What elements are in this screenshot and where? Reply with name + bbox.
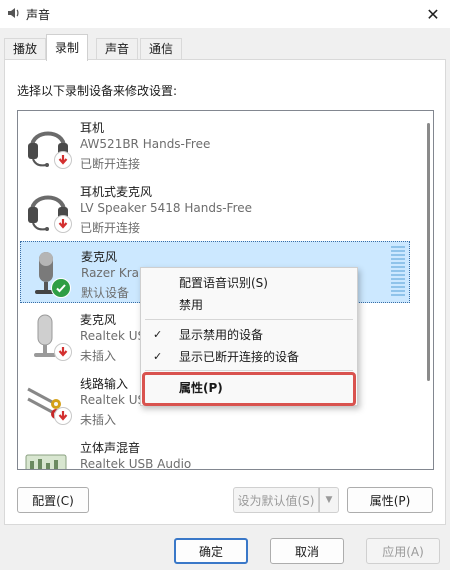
device-item[interactable]: 耳机 AW521BR Hands-Free 已断开连接 bbox=[20, 113, 410, 175]
menu-item-configure-speech[interactable]: 配置语音识别(S) bbox=[143, 272, 355, 294]
title-bar: 声音 ✕ bbox=[0, 0, 450, 28]
menu-item-show-disabled[interactable]: ✓ 显示禁用的设备 bbox=[143, 324, 355, 346]
apply-button[interactable]: 应用(A) bbox=[366, 538, 440, 564]
close-button[interactable]: ✕ bbox=[416, 0, 450, 28]
highlight-annotation bbox=[142, 372, 356, 406]
instruction-text: 选择以下录制设备来修改设置: bbox=[17, 84, 178, 98]
stereo-mix-icon bbox=[25, 454, 67, 469]
tab-sounds[interactable]: 声音 bbox=[96, 38, 139, 60]
device-name: 耳机 bbox=[80, 121, 105, 135]
device-description: AW521BR Hands-Free bbox=[80, 137, 211, 151]
close-icon: ✕ bbox=[426, 4, 440, 24]
disconnected-badge-icon bbox=[54, 151, 72, 169]
default-device-check-icon bbox=[51, 278, 71, 298]
tab-playback[interactable]: 播放 bbox=[4, 38, 47, 60]
cancel-button[interactable]: 取消 bbox=[270, 538, 344, 564]
checkmark-icon: ✓ bbox=[153, 350, 163, 363]
device-description: Realtek US bbox=[80, 393, 146, 407]
device-status: 已断开连接 bbox=[80, 157, 141, 171]
device-description: Realtek US bbox=[80, 329, 146, 343]
ok-button[interactable]: 确定 bbox=[174, 538, 248, 564]
checkmark-icon: ✓ bbox=[153, 328, 163, 341]
device-name: 线路输入 bbox=[80, 377, 129, 391]
unplugged-badge-icon bbox=[54, 407, 72, 425]
device-description: LV Speaker 5418 Hands-Free bbox=[80, 201, 253, 215]
device-item[interactable]: 耳机式麦克风 LV Speaker 5418 Hands-Free 已断开连接 bbox=[20, 177, 410, 239]
window-title: 声音 bbox=[26, 8, 51, 22]
speaker-icon bbox=[8, 8, 19, 18]
device-status: 已断开连接 bbox=[80, 221, 141, 235]
device-item[interactable]: 立体声混音 Realtek USB Audio bbox=[20, 433, 410, 470]
scrollbar-thumb[interactable] bbox=[427, 123, 430, 381]
menu-separator bbox=[145, 319, 353, 320]
menu-separator bbox=[145, 370, 353, 371]
menu-item-disable[interactable]: 禁用 bbox=[143, 294, 355, 316]
menu-item-label: 显示已断开连接的设备 bbox=[179, 350, 300, 364]
set-default-dropdown-arrow-icon[interactable]: ▼ bbox=[319, 487, 339, 513]
menu-item-label: 禁用 bbox=[179, 298, 204, 312]
menu-item-label: 配置语音识别(S) bbox=[179, 276, 268, 290]
device-name: 立体声混音 bbox=[80, 441, 141, 455]
device-name: 麦克风 bbox=[81, 250, 118, 264]
unplugged-badge-icon bbox=[54, 343, 72, 361]
configure-button[interactable]: 配置(C) bbox=[17, 487, 89, 513]
device-description: Razer Kra bbox=[81, 266, 140, 280]
device-name: 耳机式麦克风 bbox=[80, 185, 153, 199]
device-name: 麦克风 bbox=[80, 313, 117, 327]
menu-item-label: 显示禁用的设备 bbox=[179, 328, 264, 342]
device-status: 未插入 bbox=[80, 413, 117, 427]
tab-strip: 播放 录制 声音 通信 bbox=[0, 34, 450, 61]
device-status: 默认设备 bbox=[81, 286, 130, 300]
properties-button[interactable]: 属性(P) bbox=[347, 487, 433, 513]
list-scrollbar[interactable] bbox=[423, 111, 433, 469]
disconnected-badge-icon bbox=[54, 215, 72, 233]
tab-recording[interactable]: 录制 bbox=[46, 34, 89, 61]
device-description: Realtek USB Audio bbox=[80, 457, 192, 470]
tab-communications[interactable]: 通信 bbox=[140, 38, 183, 60]
menu-item-show-disconnected[interactable]: ✓ 显示已断开连接的设备 bbox=[143, 346, 355, 368]
set-default-button[interactable]: 设为默认值(S) bbox=[233, 487, 319, 513]
input-level-meter bbox=[391, 246, 405, 300]
device-status: 未插入 bbox=[80, 349, 117, 363]
